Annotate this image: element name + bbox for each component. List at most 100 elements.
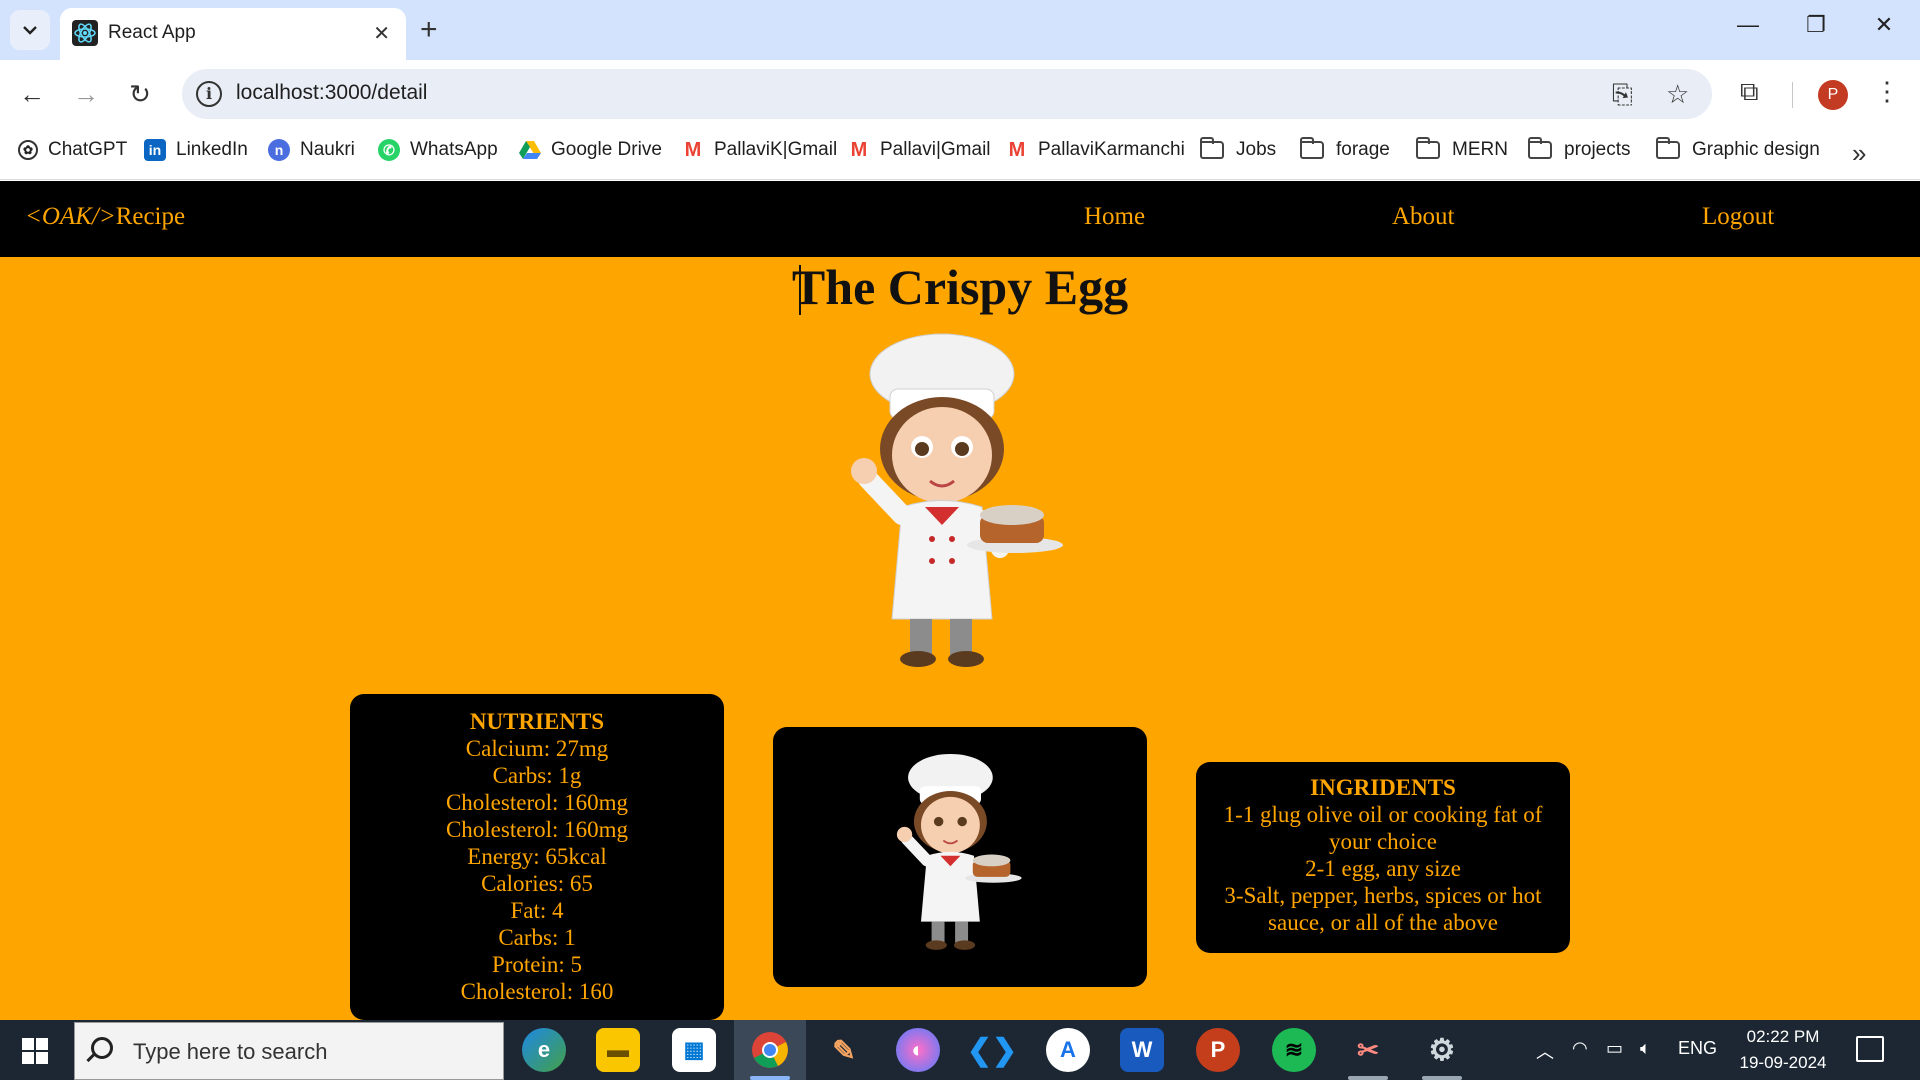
forward-icon[interactable]: → (68, 76, 104, 112)
language-indicator[interactable]: ENG (1678, 1038, 1717, 1059)
settings-gear-icon[interactable]: ⚙ (1420, 1028, 1464, 1072)
recipe-title: The Crispy Egg (791, 259, 1129, 315)
bookmark-linkedin[interactable]: in LinkedIn (144, 139, 248, 161)
close-tab-icon[interactable]: ✕ (373, 21, 390, 46)
clock-time: 02:22 PM (1746, 1027, 1820, 1046)
bookmark-folder-graphic-design[interactable]: Graphic design (1656, 137, 1820, 161)
back-icon[interactable]: ← (14, 76, 50, 112)
bookmark-folder-mern[interactable]: MERN (1416, 137, 1508, 161)
paint-app-icon[interactable]: ◐ (896, 1028, 940, 1072)
nutrient-item: Cholesterol: 160mg (445, 817, 629, 842)
nutrient-item: Fat: 4 (510, 898, 564, 923)
nutrient-item: Energy: 65kcal (467, 844, 607, 869)
tab-search-button[interactable] (10, 10, 50, 50)
gmail-icon: M (848, 139, 870, 161)
bookmark-whatsapp[interactable]: ✆ WhatsApp (378, 139, 498, 161)
chatgpt-icon: ✿ (18, 140, 38, 160)
ingredients-heading: INGRIDENTS (1310, 775, 1456, 800)
powerpoint-icon[interactable]: P (1196, 1028, 1240, 1072)
bookmark-google-drive[interactable]: Google Drive (519, 139, 662, 161)
nav-link-logout[interactable]: Logout (1702, 203, 1774, 231)
browser-tab[interactable]: React App ✕ (60, 8, 406, 60)
new-tab-button[interactable]: + (420, 12, 438, 48)
volume-icon[interactable]: 🔈︎ (1640, 1038, 1651, 1059)
linkedin-icon: in (144, 139, 166, 161)
active-app-indicator (750, 1076, 790, 1080)
edge-icon[interactable]: e (522, 1028, 566, 1072)
bookmark-label: WhatsApp (410, 139, 498, 160)
gmail-icon: M (682, 139, 704, 161)
nav-link-home[interactable]: Home (1084, 203, 1145, 231)
site-info-icon[interactable]: i (196, 81, 222, 107)
chef-illustration (851, 333, 1063, 667)
bookmark-naukri[interactable]: n Naukri (268, 139, 355, 161)
menu-dots-icon[interactable]: ⋮ (1874, 76, 1900, 107)
install-app-icon[interactable]: ⎘ (1612, 79, 1633, 111)
site-navbar: <OAK/>Recipe Home About Logout (0, 181, 1920, 257)
chevron-up-icon[interactable]: ︿ (1536, 1038, 1554, 1064)
chrome-icon[interactable] (748, 1028, 792, 1072)
minimize-icon[interactable]: — (1728, 12, 1768, 38)
bookmark-gmail-3[interactable]: M PallaviKarmanchi (1006, 139, 1185, 161)
browser-tab-strip: React App ✕ + — ❐ ✕ (0, 0, 1920, 60)
bookmark-chatgpt[interactable]: ✿ ChatGPT (18, 139, 127, 161)
bookmark-label: PallaviK|Gmail (714, 139, 838, 160)
bookmark-gmail-1[interactable]: M PallaviK|Gmail (682, 139, 837, 161)
bookmark-folder-projects[interactable]: projects (1528, 137, 1631, 161)
bookmark-folder-forage[interactable]: forage (1300, 137, 1390, 161)
battery-icon[interactable]: ▭ (1606, 1038, 1623, 1059)
nav-link-about[interactable]: About (1392, 203, 1455, 231)
bookmark-star-icon[interactable]: ☆ (1666, 79, 1689, 110)
extensions-icon[interactable]: ⧉ (1740, 76, 1759, 108)
url-text[interactable]: localhost:3000/detail (236, 81, 427, 105)
brand-text: Recipe (115, 203, 186, 230)
google-drive-icon (519, 141, 541, 159)
close-window-icon[interactable]: ✕ (1864, 12, 1904, 38)
microsoft-store-icon[interactable]: ▦ (672, 1028, 716, 1072)
snipping-tool-icon[interactable]: ✂ (1346, 1028, 1390, 1072)
chevron-down-icon (23, 26, 37, 35)
folder-icon (1300, 137, 1324, 159)
taskbar-search-input[interactable]: Type here to search (74, 1022, 504, 1080)
bookmark-gmail-2[interactable]: M Pallavi|Gmail (848, 139, 991, 161)
word-icon[interactable]: W (1120, 1028, 1164, 1072)
bookmark-label: Naukri (300, 139, 355, 160)
bookmark-label: Jobs (1236, 139, 1277, 160)
bookmark-label: Graphic design (1692, 139, 1820, 160)
recipe-image-card (773, 727, 1147, 987)
address-bar[interactable]: i localhost:3000/detail ⎘ ☆ (182, 69, 1712, 119)
wifi-icon[interactable]: ◠ (1572, 1038, 1588, 1059)
bookmark-label: MERN (1452, 139, 1508, 160)
browser-toolbar: ← → ↻ i localhost:3000/detail ⎘ ☆ ⧉ P ⋮ (0, 60, 1920, 128)
windows-start-icon[interactable] (22, 1038, 48, 1064)
nutrient-item: Cholesterol: 160 (460, 979, 614, 1004)
folder-icon (1200, 137, 1224, 159)
bookmarks-bar: ✿ ChatGPT in LinkedIn n Naukri ✆ WhatsAp… (0, 128, 1920, 180)
app-icon-a[interactable]: A (1046, 1028, 1090, 1072)
more-bookmarks-icon[interactable]: » (1852, 138, 1866, 169)
naukri-icon: n (268, 139, 290, 161)
vscode-icon[interactable]: ❮❯ (967, 1028, 1017, 1072)
reload-icon[interactable]: ↻ (122, 76, 158, 112)
ingredient-item: 1-1 glug olive oil or cooking fat of you… (1223, 802, 1543, 854)
spotify-icon[interactable]: ≋ (1272, 1028, 1316, 1072)
open-app-indicator (1422, 1076, 1462, 1080)
windows-taskbar: Type here to search e ▬ ▦ ✎ ◐ ❮❯ A W P ≋… (0, 1020, 1920, 1080)
gmail-icon: M (1006, 139, 1028, 161)
nutrient-item: Calories: 65 (481, 871, 593, 896)
profile-avatar[interactable]: P (1818, 80, 1848, 110)
tab-title: React App (108, 22, 196, 43)
whatsapp-icon: ✆ (378, 139, 400, 161)
bookmark-label: LinkedIn (176, 139, 248, 160)
pencil-app-icon[interactable]: ✎ (822, 1028, 866, 1072)
site-logo[interactable]: <OAK/>Recipe (25, 203, 185, 231)
clock[interactable]: 02:22 PM 19-09-2024 (1738, 1024, 1828, 1076)
restore-icon[interactable]: ❐ (1796, 12, 1836, 38)
ingredient-item: 3-Salt, pepper, herbs, spices or hot sau… (1224, 883, 1542, 935)
search-icon (91, 1037, 113, 1059)
notifications-icon[interactable] (1856, 1036, 1884, 1062)
file-explorer-icon[interactable]: ▬ (596, 1028, 640, 1072)
clock-date: 19-09-2024 (1739, 1053, 1827, 1072)
bookmark-folder-jobs[interactable]: Jobs (1200, 137, 1277, 161)
nutrient-item: Cholesterol: 160mg (445, 790, 629, 815)
